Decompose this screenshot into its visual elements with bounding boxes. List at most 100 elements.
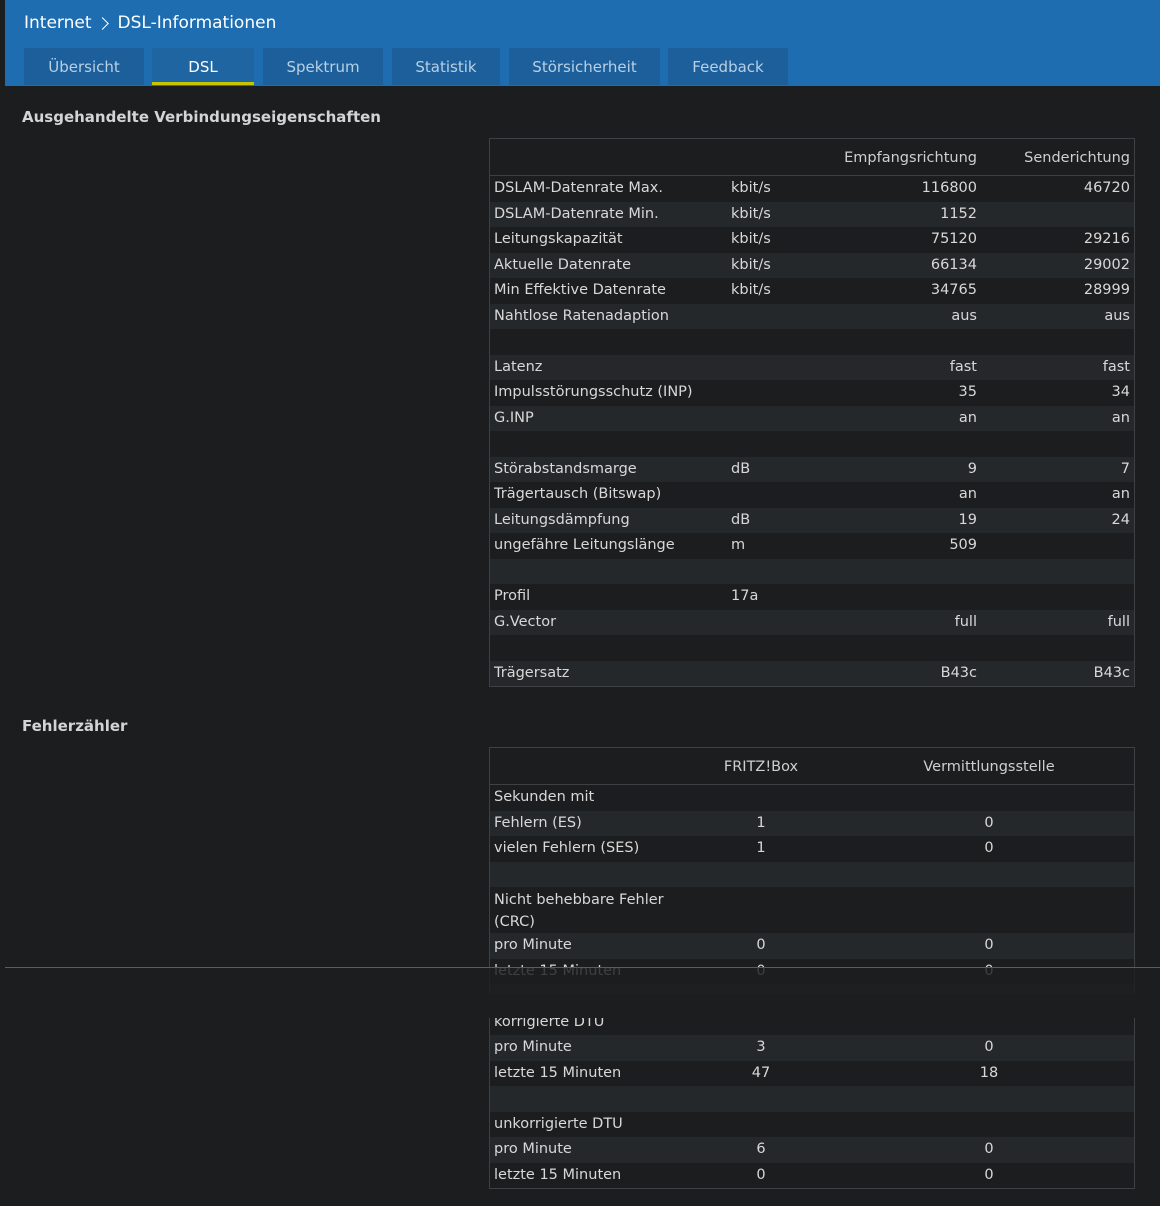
row-label: Min Effektive Datenrate: [494, 282, 666, 298]
row-receive-value: 116800: [921, 180, 977, 196]
error-exchange-value: 0: [984, 937, 994, 953]
error-row: pro Minute 6 0: [490, 1137, 1134, 1163]
tab-dsl[interactable]: DSL: [152, 48, 254, 85]
error-exchange-value: 0: [984, 840, 994, 856]
row-label: Nahtlose Ratenadaption: [494, 307, 669, 324]
row-receive-value: 509: [949, 537, 977, 553]
row-receive-value: full: [954, 613, 977, 630]
row-unit: kbit/s: [731, 231, 771, 247]
row-receive-value: aus: [951, 307, 977, 324]
error-row-label: pro Minute: [494, 1141, 572, 1157]
error-fritzbox-value: 1: [756, 814, 766, 831]
row-unit: kbit/s: [731, 256, 771, 273]
breadcrumb-current: DSL-Informationen: [117, 13, 277, 33]
connection-row: DSLAM-Datenrate Max. kbit/s 116800 46720: [490, 176, 1134, 202]
row-unit: kbit/s: [731, 282, 771, 298]
row-label: DSLAM-Datenrate Min.: [494, 205, 659, 222]
row-receive-value: fast: [949, 358, 977, 375]
tab-stoersicherheit[interactable]: Störsicherheit: [509, 48, 660, 85]
error-row-label: unkorrigierte DTU: [494, 1115, 623, 1132]
connection-row: [490, 558, 1134, 584]
row-unit: kbit/s: [731, 205, 771, 222]
row-receive-value: an: [958, 486, 977, 502]
error-row: Nicht behebbare Fehler (CRC): [490, 887, 1134, 933]
row-send-value: B43c: [1093, 664, 1130, 681]
chevron-right-icon: [95, 16, 109, 30]
connection-table-header: Empfangsrichtung Senderichtung: [490, 139, 1134, 176]
connection-row: Profil 17a: [490, 584, 1134, 610]
row-label: Aktuelle Datenrate: [494, 256, 631, 273]
error-fritzbox-value: 3: [756, 1039, 766, 1055]
row-send-value: 46720: [1083, 180, 1130, 196]
row-send-value: full: [1107, 613, 1130, 630]
connection-row: ungefähre Leitungslänge m 509: [490, 533, 1134, 559]
row-send-value: 24: [1111, 511, 1130, 528]
row-receive-value: 34765: [930, 282, 977, 298]
row-receive-value: 1152: [940, 205, 977, 222]
tab-statistik[interactable]: Statistik: [392, 48, 500, 85]
error-row: Sekunden mit: [490, 785, 1134, 811]
header-send: Senderichtung: [1024, 150, 1130, 166]
error-exchange-value: 18: [979, 1064, 999, 1081]
error-exchange-value: 0: [984, 1039, 994, 1055]
row-unit: dB: [731, 460, 751, 477]
error-fritzbox-value: 47: [751, 1064, 771, 1081]
tab-uebersicht[interactable]: Übersicht: [24, 48, 144, 85]
error-row: letzte 15 Minuten 0 0: [490, 1163, 1134, 1189]
header-bar: Internet DSL-Informationen Übersicht DSL…: [5, 0, 1160, 86]
row-unit: 17a: [731, 588, 759, 604]
row-send-value: 29002: [1083, 256, 1130, 273]
connection-row: Latenz fast fast: [490, 354, 1134, 380]
error-exchange-value: 0: [984, 814, 994, 831]
error-row-label: pro Minute: [494, 1039, 572, 1055]
error-fritzbox-value: 0: [756, 1166, 766, 1183]
row-send-value: an: [1111, 486, 1130, 502]
row-receive-value: B43c: [940, 664, 977, 681]
connection-section-title: Ausgehandelte Verbindungseigenschaften: [22, 108, 381, 126]
error-row-label: Fehlern (ES): [494, 814, 582, 831]
header-exchange-label: Vermittlungsstelle: [923, 759, 1055, 775]
error-row: Fehlern (ES) 1 0: [490, 810, 1134, 836]
connection-row: Aktuelle Datenrate kbit/s 66134 29002: [490, 252, 1134, 278]
connection-row: Impulsstörungsschutz (INP) 35 34: [490, 380, 1134, 406]
row-label: Trägertausch (Bitswap): [494, 486, 662, 502]
row-unit: kbit/s: [731, 180, 771, 196]
connection-row: Trägersatz B43c B43c: [490, 660, 1134, 686]
connection-row: Nahtlose Ratenadaption aus aus: [490, 303, 1134, 329]
breadcrumb-parent[interactable]: Internet: [24, 13, 92, 33]
errors-section-title: Fehlerzähler: [22, 717, 128, 735]
connection-row: G.Vector full full: [490, 609, 1134, 635]
row-send-value: 28999: [1083, 282, 1130, 298]
row-label: Trägersatz: [494, 664, 570, 681]
row-receive-value: an: [958, 409, 977, 426]
error-fritzbox-value: 6: [756, 1141, 766, 1157]
connection-table: Empfangsrichtung Senderichtung DSLAM-Dat…: [489, 138, 1135, 687]
tab-spektrum[interactable]: Spektrum: [263, 48, 383, 85]
row-send-value: fast: [1102, 358, 1130, 375]
error-row: unkorrigierte DTU: [490, 1112, 1134, 1138]
connection-row: DSLAM-Datenrate Min. kbit/s 1152: [490, 201, 1134, 227]
row-send-value: an: [1111, 409, 1130, 426]
error-exchange-value: 0: [984, 1166, 994, 1183]
row-send-value: 7: [1120, 460, 1130, 477]
connection-row: [490, 431, 1134, 457]
error-row: letzte 15 Minuten 47 18: [490, 1061, 1134, 1087]
row-receive-value: 35: [958, 384, 977, 400]
connection-row: Leitungskapazität kbit/s 75120 29216: [490, 227, 1134, 253]
row-receive-value: 75120: [930, 231, 977, 247]
connection-row: [490, 635, 1134, 661]
row-label: Leitungskapazität: [494, 231, 623, 247]
row-label: DSLAM-Datenrate Max.: [494, 180, 663, 196]
connection-row: Min Effektive Datenrate kbit/s 34765 28999: [490, 278, 1134, 304]
error-row-label: letzte 15 Minuten: [494, 1166, 622, 1183]
error-fritzbox-value: 1: [756, 840, 766, 856]
error-row: pro Minute 3 0: [490, 1035, 1134, 1061]
overlay-gap: [489, 994, 1135, 1018]
tab-feedback[interactable]: Feedback: [668, 48, 788, 85]
connection-row: G.INP an an: [490, 405, 1134, 431]
row-receive-value: 19: [958, 511, 977, 528]
error-row: vielen Fehlern (SES) 1 0: [490, 836, 1134, 862]
row-label: Profil: [494, 588, 531, 604]
row-receive-value: 9: [967, 460, 977, 477]
row-send-value: 34: [1111, 384, 1130, 400]
